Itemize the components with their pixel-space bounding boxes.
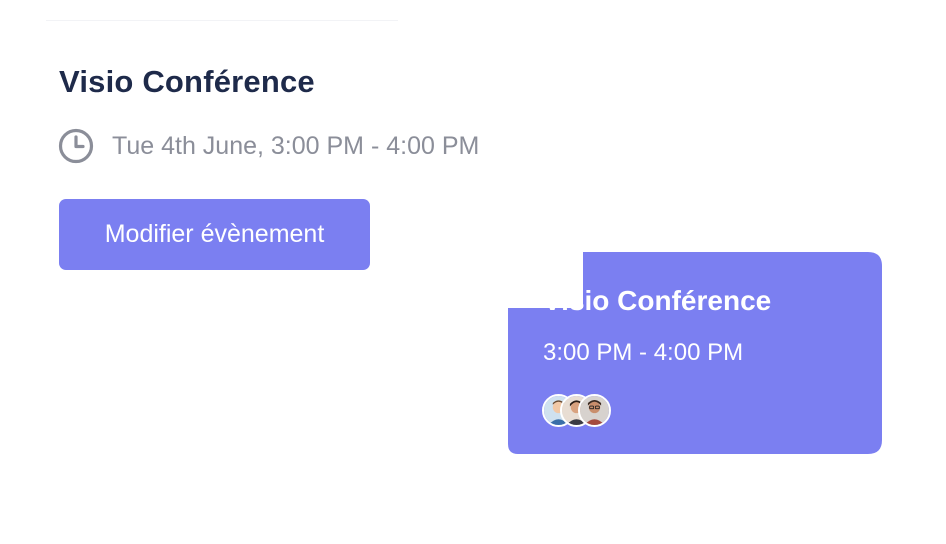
page: Visio Conférence Tue 4th June, 3:00 PM -… [0,0,946,544]
calendar-event-card[interactable]: Visio Conférence 3:00 PM - 4:00 PM [508,252,882,454]
event-detail-title: Visio Conférence [59,64,315,99]
event-card-title: Visio Conférence [543,285,772,316]
event-card-time: 3:00 PM - 4:00 PM [543,339,744,366]
edit-event-button[interactable]: Modifier évènement [59,199,370,270]
event-datetime-text: Tue 4th June, 3:00 PM - 4:00 PM [112,131,480,160]
attendee-avatars[interactable] [542,394,611,430]
clock-icon [57,127,95,165]
divider [46,20,398,21]
avatar[interactable] [578,394,611,427]
event-datetime-row: Tue 4th June, 3:00 PM - 4:00 PM [57,126,479,166]
